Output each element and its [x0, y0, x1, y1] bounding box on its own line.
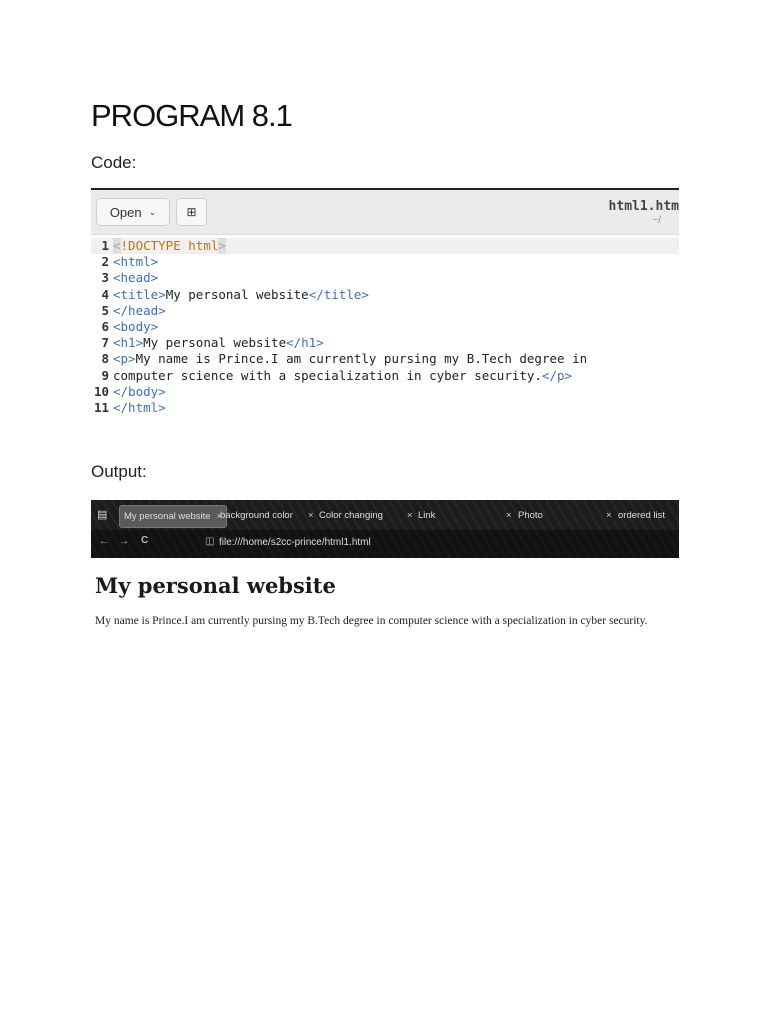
line-number: 1	[101, 238, 109, 253]
code-line: 5 </head>	[91, 303, 679, 319]
code-token: </title>	[308, 286, 369, 302]
file-path: ~/	[652, 215, 661, 226]
page-heading: My personal website	[95, 573, 336, 598]
editor-header: Open ⌄ ⊞ html1.htm ~/	[91, 190, 679, 235]
new-document-icon: ⊞	[186, 205, 197, 219]
code-token: computer science with a specialization i…	[113, 367, 542, 383]
browser-tab[interactable]: Color changing ×	[319, 505, 413, 526]
code-line: 4 <title> My personal website </title>	[91, 287, 679, 303]
browser-tab[interactable]: background color ×	[220, 505, 314, 526]
line-number: 4	[101, 286, 109, 302]
tab-label: Photo	[518, 510, 543, 521]
close-tab-icon[interactable]: ×	[308, 510, 314, 521]
code-token: >	[218, 238, 226, 255]
tab-label: background color	[220, 510, 293, 521]
line-number: 11	[93, 400, 109, 416]
file-name: html1.htm	[608, 199, 679, 214]
browser-chrome: ▤ My personal website × background color × C…	[91, 500, 679, 558]
code-line: 6 <body>	[91, 319, 679, 335]
chevron-down-icon: ⌄	[148, 206, 157, 217]
line-number: 10	[93, 383, 109, 399]
code-line: 3 <head>	[91, 270, 679, 286]
browser-tab[interactable]: Photo ×	[518, 505, 612, 526]
code-label: Code:	[91, 153, 137, 172]
program-heading: PROGRAM 8.1	[91, 98, 293, 133]
code-token: <html>	[113, 254, 159, 270]
close-tab-icon[interactable]: ×	[606, 510, 612, 521]
code-area[interactable]: 1 < !DOCTYPE html >2 <html> 3 <head> 4 <title> My…	[91, 235, 679, 416]
browser-tab[interactable]: ordered list	[618, 505, 665, 526]
line-number: 7	[101, 335, 109, 351]
new-document-button[interactable]: ⊞	[176, 198, 207, 226]
code-token: My personal website	[143, 335, 287, 351]
reload-icon[interactable]: C	[141, 535, 148, 546]
page-paragraph: My name is Prince.I am currently pursing…	[95, 615, 648, 627]
line-number: 5	[101, 302, 109, 318]
code-token: <p>	[113, 351, 136, 367]
code-line: 9 computer science with a specialization …	[91, 368, 679, 384]
code-line: 1 < !DOCTYPE html >	[91, 238, 679, 255]
close-tab-icon[interactable]: ×	[407, 510, 413, 521]
line-number: 8	[101, 351, 109, 367]
code-token: </html>	[113, 400, 166, 416]
line-number: 2	[101, 254, 109, 270]
code-line: 2 <html>	[91, 254, 679, 270]
code-token: </head>	[113, 302, 166, 318]
line-number: 3	[101, 270, 109, 286]
code-token: </body>	[113, 383, 166, 399]
open-label: Open	[109, 204, 142, 220]
code-token: <h1>	[113, 335, 144, 351]
output-label: Output:	[91, 462, 147, 481]
code-token: </p>	[541, 367, 573, 383]
code-token: <title>	[113, 286, 166, 302]
line-number: 6	[101, 319, 109, 335]
code-token: !DOCTYPE html	[120, 238, 219, 253]
browser-tab[interactable]: Link ×	[418, 505, 512, 526]
code-token: <body>	[113, 319, 159, 335]
url-bar[interactable]: file:///home/s2cc-prince/html1.html	[219, 537, 371, 548]
tab-overview-icon[interactable]: ▤	[97, 508, 107, 521]
page-icon: ◫	[205, 536, 215, 547]
tab-label: Link	[418, 510, 436, 521]
code-line: 7 <h1> My personal website </h1>	[91, 335, 679, 351]
code-token: My name is Prince.I am currently pursing…	[135, 351, 588, 367]
code-token: <	[113, 238, 121, 255]
open-button[interactable]: Open ⌄	[96, 198, 170, 226]
code-token: <head>	[113, 270, 159, 286]
code-line: 11 </html>	[91, 400, 679, 416]
tab-label: Color changing	[319, 510, 383, 521]
code-token: </h1>	[286, 335, 324, 351]
close-tab-icon[interactable]: ×	[506, 510, 512, 521]
tab-label: ordered list	[618, 510, 665, 521]
code-editor-screenshot: Open ⌄ ⊞ html1.htm ~/ 1 < !DOCTYPE html >2 <h…	[91, 188, 679, 424]
forward-icon[interactable]: →	[119, 536, 129, 547]
nav-bar: ← → C ◫ file:///home/s2cc-prince/html1.h…	[91, 530, 679, 558]
tab-label: My personal website	[124, 511, 211, 522]
line-number: 9	[101, 367, 109, 383]
code-line: 8 <p> My name is Prince.I am currently pur…	[91, 351, 679, 367]
back-icon[interactable]: ←	[99, 536, 109, 547]
code-token: My personal website	[165, 286, 309, 302]
tab-bar: ▤ My personal website × background color × C…	[91, 500, 679, 530]
browser-tab[interactable]: My personal website ×	[119, 505, 228, 528]
code-line: 10 </body>	[91, 384, 679, 400]
